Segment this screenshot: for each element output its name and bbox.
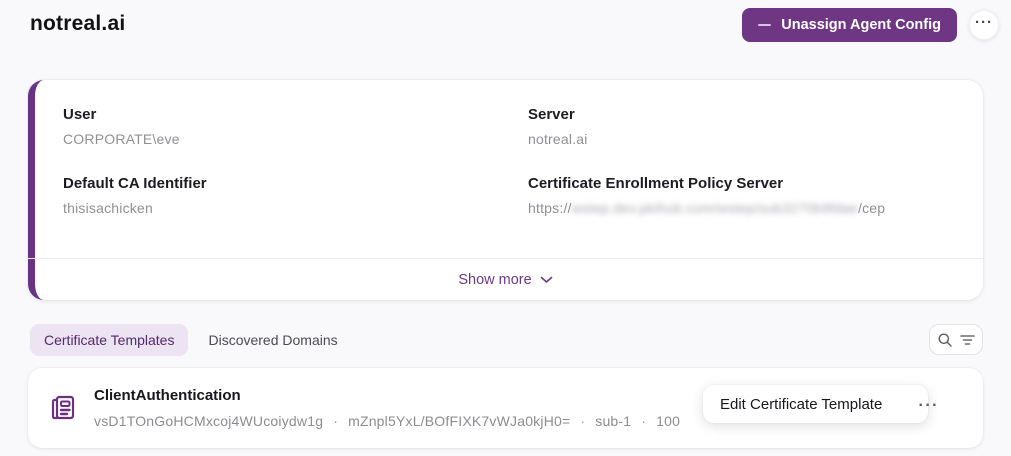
meta-separator: ·: [580, 413, 586, 429]
edit-certificate-template-menu-item[interactable]: Edit Certificate Template: [703, 385, 928, 423]
template-name: ClientAuthentication: [94, 387, 241, 404]
url-redacted-segment: wstep.dev.pkihub.com/wstep/sub3270b9fdae: [571, 200, 858, 216]
field-server: Server notreal.ai: [528, 106, 959, 147]
field-value: CORPORATE\eve: [63, 131, 180, 147]
agent-config-fields: User CORPORATE\eve Server notreal.ai Def…: [35, 80, 983, 216]
field-label: Server: [528, 106, 575, 123]
field-label: Certificate Enrollment Policy Server: [528, 175, 784, 192]
page-header: notreal.ai Unassign Agent Config ···: [0, 0, 1011, 64]
minus-icon: [758, 24, 772, 26]
meta-separator: ·: [641, 413, 647, 429]
url-suffix: /cep: [858, 200, 886, 216]
unassign-button-label: Unassign Agent Config: [781, 17, 941, 33]
agent-config-card: User CORPORATE\eve Server notreal.ai Def…: [28, 80, 983, 300]
header-more-menu-button[interactable]: ···: [969, 10, 999, 40]
field-label: User: [63, 106, 97, 123]
field-default-ca-identifier: Default CA Identifier thisisachicken: [63, 175, 528, 216]
field-label: Default CA Identifier: [63, 175, 207, 192]
certificate-template-icon: [46, 391, 80, 425]
template-hash: mZnpl5YxL/BOfFIXK7vWJa0kjH0=: [348, 413, 571, 429]
field-value: notreal.ai: [528, 131, 588, 147]
unassign-agent-config-button[interactable]: Unassign Agent Config: [742, 8, 957, 42]
filter-icon[interactable]: [960, 334, 975, 346]
field-value: thisisachicken: [63, 200, 153, 216]
field-cert-enrollment-policy-server: Certificate Enrollment Policy Server htt…: [528, 175, 959, 216]
tabs-bar: Certificate Templates Discovered Domains: [30, 322, 983, 358]
certificate-template-row[interactable]: ClientAuthentication vsD1TOnGoHCMxcoj4WU…: [28, 368, 983, 448]
field-value: https://wstep.dev.pkihub.com/wstep/sub32…: [528, 200, 959, 216]
tab-discovered-domains[interactable]: Discovered Domains: [194, 324, 351, 356]
template-info: ClientAuthentication vsD1TOnGoHCMxcoj4WU…: [94, 387, 680, 429]
tab-certificate-templates[interactable]: Certificate Templates: [30, 324, 189, 356]
url-prefix: https://: [528, 200, 572, 216]
chevron-down-icon: [540, 276, 552, 283]
search-icon[interactable]: [937, 332, 953, 348]
template-count: 100: [656, 413, 681, 429]
show-more-label: Show more: [458, 271, 532, 288]
template-meta: vsD1TOnGoHCMxcoj4WUcoiydw1g · mZnpl5YxL/…: [94, 413, 680, 429]
template-sub: sub-1: [595, 413, 632, 429]
more-horizontal-icon: ···: [918, 397, 939, 415]
search-filter-control[interactable]: [929, 324, 983, 355]
edit-template-label: Edit Certificate Template: [720, 395, 883, 413]
meta-separator: ·: [333, 413, 339, 429]
row-more-menu-button[interactable]: ···: [919, 397, 939, 415]
show-more-button[interactable]: Show more: [28, 258, 983, 300]
more-horizontal-icon: ···: [975, 13, 993, 31]
template-oid: vsD1TOnGoHCMxcoj4WUcoiydw1g: [94, 413, 324, 429]
field-user: User CORPORATE\eve: [63, 106, 528, 147]
page-title: notreal.ai: [30, 12, 126, 35]
